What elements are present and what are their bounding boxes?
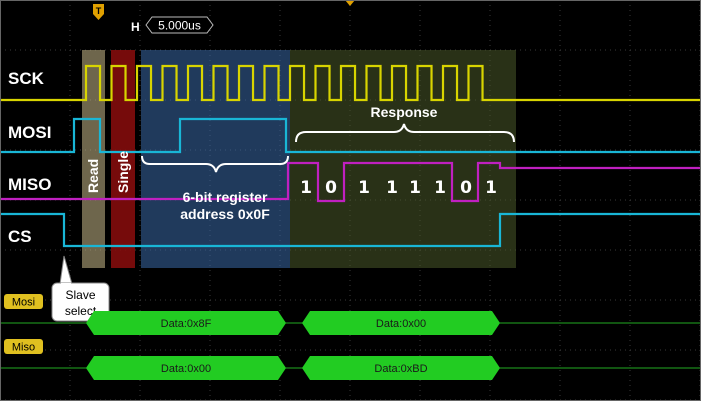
address-label-line1: 6-bit register [183, 189, 268, 205]
miso-packet-label: Data:0x00 [161, 363, 211, 375]
channel-label-cs: CS [8, 227, 32, 246]
oscilloscope-display: SCK MOSI MISO CS Read Single 6-bit regis… [0, 0, 701, 401]
address-label-line2: address 0x0F [180, 206, 270, 222]
mosi-packet-label: Data:0x8F [161, 318, 212, 330]
channel-label-sck: SCK [8, 69, 45, 88]
miso-bus-packet[interactable]: Data:0x00 [86, 356, 286, 380]
callout-line1: Slave [65, 288, 95, 302]
miso-packet-label: Data:0xBD [374, 363, 427, 375]
mosi-bus-packet[interactable]: Data:0x00 [302, 311, 500, 335]
response-label: Response [371, 104, 438, 120]
trigger-marker-label: T [96, 6, 102, 16]
response-bit: 1 [300, 178, 312, 198]
timebase-value: 5.000us [158, 19, 201, 33]
bus-tag-miso[interactable]: Miso [4, 339, 43, 354]
bus-tag-miso-label: Miso [12, 342, 35, 354]
response-bit: 1 [358, 178, 370, 198]
mosi-bus-packet[interactable]: Data:0x8F [86, 311, 286, 335]
timebase-readout[interactable]: 5.000us [145, 16, 214, 34]
horizontal-label: H [131, 20, 140, 34]
miso-bus-packet[interactable]: Data:0xBD [302, 356, 500, 380]
response-bit: 1 [409, 178, 421, 198]
response-bit: 0 [325, 178, 337, 198]
trigger-marker[interactable]: T [93, 4, 104, 20]
bus-tag-mosi-label: Mosi [12, 297, 35, 309]
response-bit: 0 [460, 178, 472, 198]
single-label: Single [115, 151, 131, 193]
response-bit: 1 [386, 178, 398, 198]
channel-label-mosi: MOSI [8, 123, 51, 142]
response-bit: 1 [434, 178, 446, 198]
response-bit: 1 [485, 178, 497, 198]
waveform-canvas: SCK MOSI MISO CS Read Single 6-bit regis… [0, 0, 701, 401]
mosi-packet-label: Data:0x00 [376, 318, 426, 330]
bus-tag-mosi[interactable]: Mosi [4, 294, 43, 309]
read-label: Read [85, 159, 101, 193]
channel-label-miso: MISO [8, 175, 51, 194]
